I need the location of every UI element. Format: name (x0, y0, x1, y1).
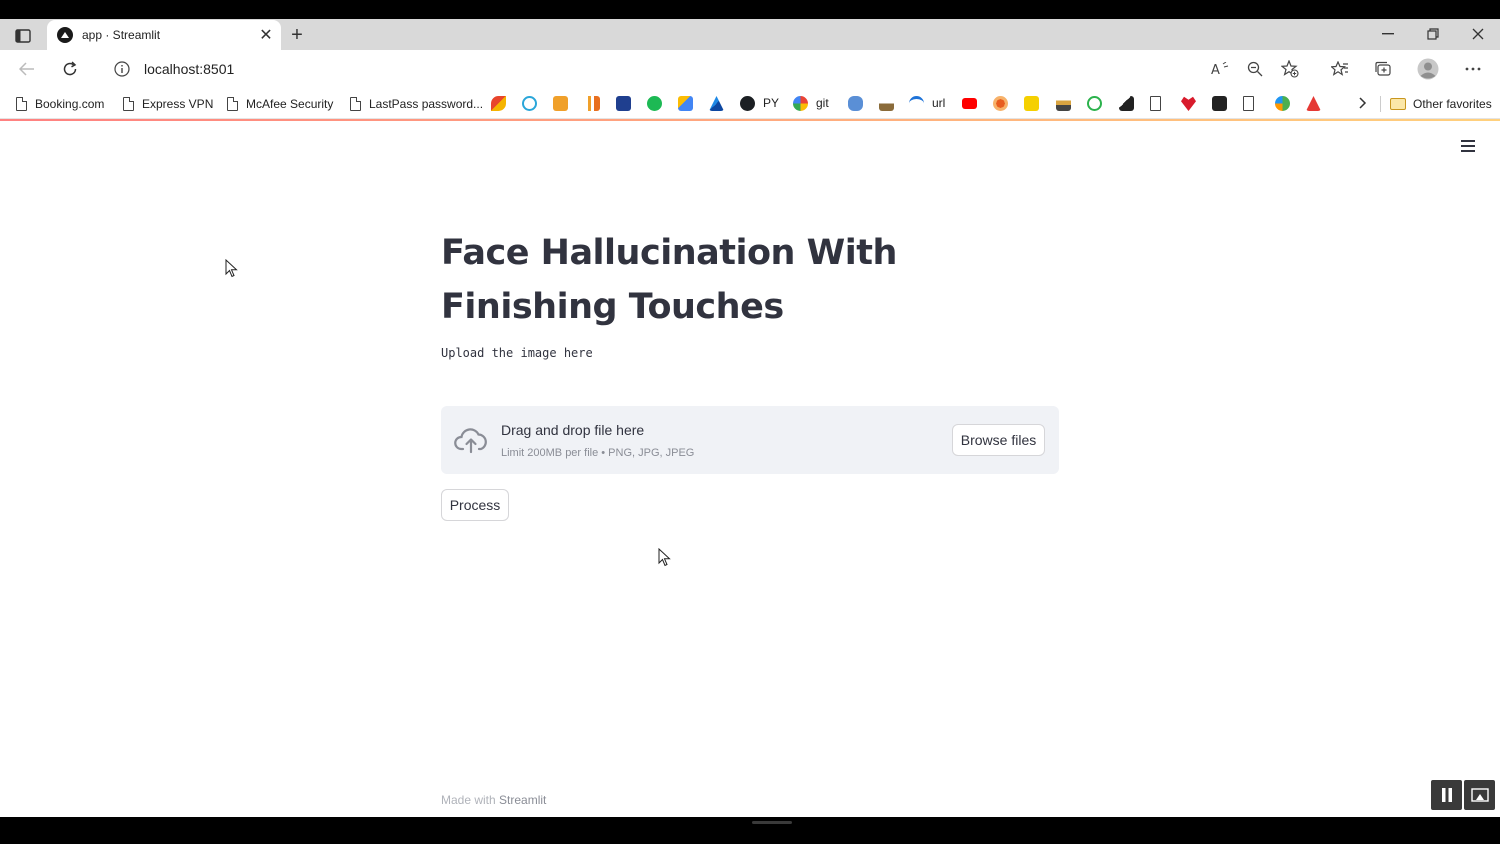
bookmark-label: Express VPN (142, 97, 214, 111)
tab-active[interactable]: app · Streamlit ✕ (47, 20, 281, 50)
restore-icon[interactable] (1418, 23, 1448, 45)
close-window-icon[interactable] (1463, 23, 1493, 45)
dropzone-title: Drag and drop file here (501, 422, 645, 438)
page-icon (123, 97, 134, 111)
footer-brand-link[interactable]: Streamlit (499, 793, 546, 807)
mouse-cursor-icon (658, 548, 671, 567)
bookmark-expressvpn[interactable]: Express VPN (123, 94, 213, 114)
screen-frame: app · Streamlit ✕ + localhost:8501 A Boo… (0, 0, 1500, 844)
profile-avatar-icon[interactable] (1415, 57, 1441, 81)
tab-actions-icon[interactable] (10, 25, 36, 47)
bookmark-favicon-icon[interactable] (491, 96, 506, 111)
bookmark-favicon-icon[interactable] (1087, 96, 1102, 111)
favorites-icon[interactable] (1327, 57, 1353, 81)
bookmark-favicon-icon[interactable] (522, 96, 537, 111)
pause-icon[interactable] (1431, 780, 1462, 810)
add-favorite-icon[interactable] (1277, 57, 1303, 81)
google-icon[interactable] (793, 96, 808, 111)
bookmark-favicon-icon[interactable] (709, 96, 724, 111)
browser-window: app · Streamlit ✕ + localhost:8501 A Boo… (0, 19, 1500, 817)
page-icon[interactable] (1150, 96, 1161, 111)
streamlit-favicon-icon (57, 27, 73, 43)
cloud-upload-icon (454, 428, 487, 454)
bookmark-favicon-icon[interactable] (553, 96, 568, 111)
bookmark-favicon-icon[interactable] (1119, 96, 1134, 111)
main-menu-icon[interactable] (1461, 139, 1475, 153)
bookmark-google-ads-icon[interactable] (678, 96, 693, 111)
bookmark-favicon-icon[interactable] (1275, 96, 1290, 111)
video-scrubber[interactable] (752, 821, 792, 824)
github-icon[interactable] (740, 96, 755, 111)
bookmarks-bar: Booking.com Express VPN McAfee Security … (0, 88, 1500, 119)
other-favorites-label: Other favorites (1413, 97, 1492, 111)
page-title: Face Hallucination With Finishing Touche… (441, 233, 897, 327)
footer: Made with Streamlit (441, 793, 546, 807)
site-info-icon[interactable] (112, 59, 132, 79)
streamlit-app: Face Hallucination With Finishing Touche… (0, 121, 1500, 817)
airtel-icon[interactable] (1306, 96, 1321, 111)
bookmark-favicon-icon[interactable] (1024, 96, 1039, 111)
address-bar[interactable]: localhost:8501 (98, 55, 1313, 83)
collections-icon[interactable] (1370, 57, 1396, 81)
read-aloud-icon[interactable]: A (1207, 57, 1233, 81)
process-button[interactable]: Process (441, 489, 509, 521)
tab-close-icon[interactable]: ✕ (255, 24, 277, 46)
heart-icon[interactable] (1181, 96, 1196, 111)
bookmark-py-label[interactable]: PY (763, 96, 779, 110)
browser-toolbar: localhost:8501 A (0, 50, 1500, 88)
back-icon[interactable] (14, 57, 40, 81)
page-icon[interactable] (1243, 96, 1254, 111)
bookmark-favicon-icon[interactable] (909, 96, 924, 111)
bookmark-favicon-icon[interactable] (1212, 96, 1227, 111)
bookmark-url-label[interactable]: url (932, 96, 945, 110)
page-icon (227, 97, 238, 111)
bookmark-favicon-icon[interactable] (879, 96, 894, 111)
file-uploader-dropzone[interactable]: Drag and drop file here Limit 200MB per … (441, 406, 1059, 474)
footer-prefix: Made with (441, 793, 500, 807)
svg-text:A: A (1211, 63, 1220, 76)
page-icon (16, 97, 27, 111)
bookmark-lastpass[interactable]: LastPass password... (350, 94, 483, 114)
bookmark-favicon-icon[interactable] (1056, 96, 1071, 111)
browse-files-button[interactable]: Browse files (952, 424, 1045, 456)
bookmark-favicon-icon[interactable] (647, 96, 662, 111)
new-tab-button[interactable]: + (286, 24, 308, 46)
other-favorites-folder[interactable]: Other favorites (1390, 94, 1492, 114)
tab-title: app · Streamlit (82, 28, 161, 42)
dropzone-limit: Limit 200MB per file • PNG, JPG, JPEG (501, 447, 695, 459)
bookmark-favicon-icon[interactable] (848, 96, 863, 111)
bookmark-chart-icon[interactable] (585, 96, 600, 111)
page-icon (350, 97, 361, 111)
youtube-icon[interactable] (962, 98, 977, 109)
bookmarks-divider (1380, 96, 1381, 112)
bookmark-label: LastPass password... (369, 97, 484, 111)
picture-in-picture-icon[interactable] (1464, 780, 1495, 810)
address-text[interactable]: localhost:8501 (144, 61, 234, 77)
settings-more-icon[interactable] (1460, 57, 1486, 81)
zoom-out-icon[interactable] (1242, 57, 1268, 81)
tab-strip: app · Streamlit ✕ + (0, 19, 1500, 50)
bookmark-favicon-icon[interactable] (993, 96, 1008, 111)
mouse-cursor-icon (225, 259, 238, 278)
bookmark-ieee-icon[interactable] (616, 96, 631, 111)
folder-icon (1390, 98, 1406, 110)
bookmark-label: Booking.com (35, 97, 105, 111)
bookmark-git-label[interactable]: git (816, 96, 829, 110)
video-player-controls (1431, 780, 1496, 810)
bookmark-booking[interactable]: Booking.com (16, 94, 104, 114)
reload-icon[interactable] (57, 57, 83, 81)
bookmark-label: McAfee Security (246, 97, 334, 111)
upload-instruction: Upload the image here (441, 346, 593, 360)
minimize-icon[interactable] (1373, 23, 1403, 45)
chevron-right-icon[interactable] (1355, 93, 1371, 113)
bookmark-mcafee[interactable]: McAfee Security (227, 94, 333, 114)
